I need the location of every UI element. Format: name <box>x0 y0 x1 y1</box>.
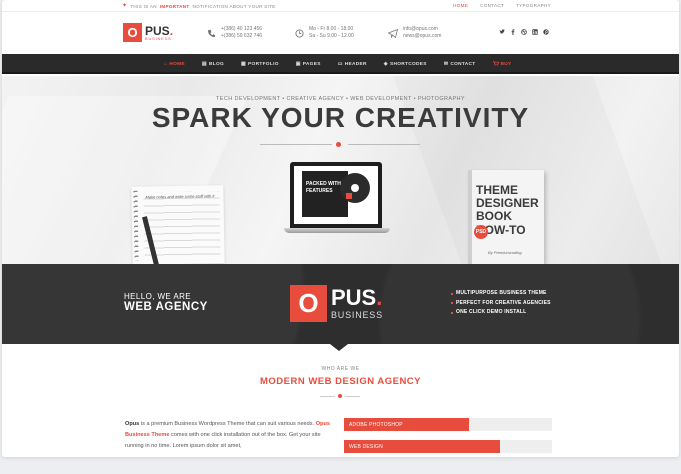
top-links: HOME CONTACT TYPOGRAPHY <box>453 3 551 8</box>
paper-plane-icon <box>388 28 398 38</box>
skill-bar: ADOBE PHOTOSHOP <box>344 418 552 431</box>
book-image: THEME DESIGNER BOOK HOW-TO PSD By Premiu… <box>468 170 544 264</box>
skill-label: ADOBE PHOTOSHOP <box>349 421 403 428</box>
email-line-2[interactable]: news@opus.com <box>403 33 441 40</box>
notice-pre: THIS IS AN <box>130 3 157 9</box>
nav-item-shortcodes[interactable]: ◈ SHORTCODES <box>384 61 427 67</box>
site-notice: ✦ THIS IS AN IMPORTANT NOTIFICATION ABOU… <box>122 3 276 9</box>
feature-list: MULTIPURPOSE BUSINESS THEME PERFECT FOR … <box>451 289 551 318</box>
hero-divider <box>260 142 420 148</box>
section-divider <box>320 394 360 398</box>
list-item: ONE CLICK DEMO INSTALL <box>451 308 551 318</box>
twitter-icon[interactable] <box>499 29 505 35</box>
star-icon: ✦ <box>122 3 128 9</box>
nav-item-contact[interactable]: ✉ CONTACT <box>444 61 476 67</box>
facebook-icon[interactable] <box>510 29 516 35</box>
site-header: O PUS. BUSINESS +(386) 40 123 456 +(386)… <box>2 12 679 54</box>
band-logo-box: O <box>290 285 327 322</box>
skill-bars: ADOBE PHOTOSHOP WEB DESIGN <box>344 418 552 457</box>
dribbble-icon[interactable] <box>521 29 527 35</box>
notice-post: NOTIFICATION ABOUT YOUR SITE <box>192 3 276 9</box>
shortcodes-icon: ◈ <box>383 61 388 67</box>
agency-band: HELLO, WE ARE WEB AGENCY O PUS. BUSINESS… <box>2 264 679 351</box>
nav-item-pages[interactable]: ▣ PAGES <box>296 61 321 67</box>
pages-icon: ▣ <box>295 61 301 67</box>
hero-headline: SPARK YOUR CREATIVITY <box>151 102 530 133</box>
notice-bold: IMPORTANT <box>159 3 190 9</box>
phone-line-1: +(386) 40 123 456 <box>221 26 263 32</box>
hours-line-1: Mo - Fr 8.00 - 18.00 <box>309 26 354 32</box>
laptop-image: PACKED WITH FEATURES <box>284 162 390 242</box>
about-brand: Opus <box>125 421 140 427</box>
portfolio-icon: ▦ <box>241 61 247 67</box>
linkedin-icon[interactable] <box>532 29 538 35</box>
hours-line-2: Sa - Su 9.00 - 12.00 <box>309 33 354 40</box>
blog-icon: ▤ <box>201 61 207 67</box>
clock-icon <box>294 28 304 38</box>
hero-slider: TECH DEVELOPMENT • CREATIVE AGENCY • WEB… <box>2 76 679 264</box>
nav-item-blog[interactable]: ▤ BLOG <box>202 61 224 67</box>
band-logo: O PUS. BUSINESS <box>290 285 383 322</box>
psd-badge: PSD <box>474 225 488 239</box>
section-eyebrow: WHO ARE WE <box>321 366 360 372</box>
about-text: Opus is a premium Business Wordpress The… <box>125 421 330 449</box>
page-frame: ✦ THIS IS AN IMPORTANT NOTIFICATION ABOU… <box>2 0 679 457</box>
top-bar: ✦ THIS IS AN IMPORTANT NOTIFICATION ABOU… <box>2 0 679 12</box>
nav-item-home[interactable]: ⌂ HOME <box>164 61 185 67</box>
band-hello: HELLO, WE ARE <box>124 292 191 301</box>
site-logo[interactable]: O PUS. BUSINESS <box>123 23 173 42</box>
contact-icon: ✉ <box>443 61 449 67</box>
phone-line-2: +(386) 59 632 746 <box>221 33 263 40</box>
skill-bar: WEB DESIGN <box>344 440 552 453</box>
header-icon: ▭ <box>337 61 343 67</box>
logo-box: O <box>123 23 142 42</box>
nav-item-portfolio[interactable]: ▦ PORTFOLIO <box>241 61 279 67</box>
logo-name: PUS. <box>145 23 174 38</box>
social-links <box>499 29 549 35</box>
cart-icon <box>492 60 499 68</box>
book-author: By Premiumcoding <box>488 250 522 255</box>
band-logo-sub: BUSINESS <box>331 310 383 320</box>
top-link-home[interactable]: HOME <box>453 3 468 8</box>
skill-label: WEB DESIGN <box>349 443 383 450</box>
phone-icon <box>206 28 216 38</box>
list-item: PERFECT FOR CREATIVE AGENCIES <box>451 299 551 309</box>
nav-item-header[interactable]: ▭ HEADER <box>338 61 367 67</box>
main-nav: ⌂ HOME ▤ BLOG ▦ PORTFOLIO ▣ PAGES ▭ HEADER ◈ S… <box>2 54 679 74</box>
disc-icon <box>340 173 370 203</box>
nav-item-buy[interactable]: BUY <box>492 60 512 68</box>
header-phone: +(386) 40 123 456 +(386) 59 632 746 <box>206 26 262 41</box>
band-logo-name: PUS. <box>331 285 383 310</box>
logo-sub: BUSINESS <box>145 35 172 41</box>
header-hours: Mo - Fr 8.00 - 18.00 Sa - Su 9.00 - 12.0… <box>294 26 354 41</box>
email-line-1[interactable]: info@opus.com <box>403 26 441 33</box>
pinterest-icon[interactable] <box>543 29 549 35</box>
top-link-contact[interactable]: CONTACT <box>480 3 504 8</box>
section-title: MODERN WEB DESIGN AGENCY <box>259 376 422 387</box>
home-icon: ⌂ <box>164 61 168 67</box>
top-link-typography[interactable]: TYPOGRAPHY <box>516 3 551 8</box>
list-item: MULTIPURPOSE BUSINESS THEME <box>451 289 551 299</box>
header-email: info@opus.com news@opus.com <box>388 26 441 41</box>
band-agency: WEB AGENCY <box>124 301 208 313</box>
